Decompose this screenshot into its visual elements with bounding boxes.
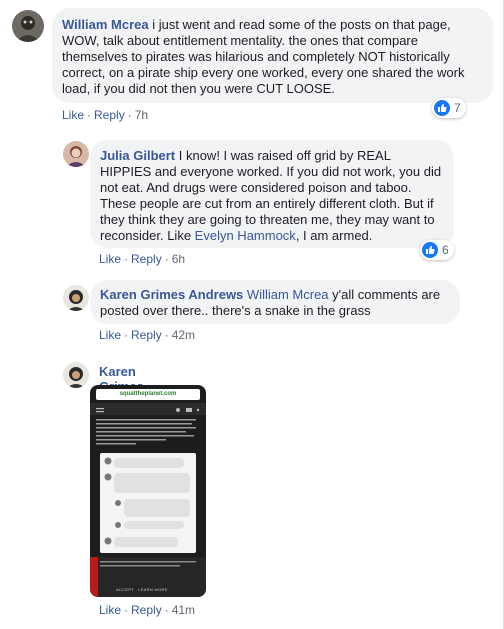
attachment-red-strip bbox=[90, 557, 98, 597]
comment-author[interactable]: William Mcrea bbox=[62, 17, 149, 32]
reply-link[interactable]: Reply bbox=[94, 108, 125, 122]
avatar[interactable] bbox=[63, 141, 89, 167]
comment-author[interactable]: Julia Gilbert bbox=[100, 148, 175, 163]
comment-actions: Like · Reply · 41m bbox=[99, 603, 196, 617]
reaction-badge[interactable]: 6 bbox=[420, 240, 454, 260]
reaction-badge[interactable]: 7 bbox=[432, 98, 466, 118]
attachment-toolbar bbox=[90, 403, 206, 415]
like-thumb-icon bbox=[434, 100, 450, 116]
comment-time[interactable]: 42m bbox=[172, 328, 195, 342]
comment-actions: Like · Reply · 6h bbox=[99, 252, 186, 266]
comment-actions: Like · Reply · 42m bbox=[99, 328, 196, 342]
comment-author[interactable]: Karen Grimes Andrews bbox=[100, 287, 243, 302]
comment-actions: Like · Reply · 7h bbox=[62, 108, 149, 122]
mention-link[interactable]: Evelyn Hammock bbox=[195, 228, 296, 243]
comment-bubble: William Mcrea i just went and read some … bbox=[52, 8, 493, 103]
avatar[interactable] bbox=[12, 10, 44, 42]
attachment-footer: ACCEPT LEARN MORE bbox=[90, 557, 206, 597]
avatar[interactable] bbox=[63, 362, 89, 388]
attachment-site: squattheplanet.com bbox=[96, 389, 200, 400]
like-link[interactable]: Like bbox=[99, 328, 121, 342]
reply-link[interactable]: Reply bbox=[131, 328, 162, 342]
like-link[interactable]: Like bbox=[99, 252, 121, 266]
avatar[interactable] bbox=[63, 285, 89, 311]
mention-link[interactable]: William Mcrea bbox=[247, 287, 329, 302]
like-link[interactable]: Like bbox=[62, 108, 84, 122]
comment-bubble: Julia Gilbert I know! I was raised off g… bbox=[90, 140, 454, 248]
like-link[interactable]: Like bbox=[99, 603, 121, 617]
comment-time[interactable]: 6h bbox=[172, 252, 185, 266]
comment-bubble: Karen Grimes Andrews William Mcrea y'all… bbox=[90, 280, 460, 324]
comment-time[interactable]: 41m bbox=[172, 603, 195, 617]
reply-link[interactable]: Reply bbox=[131, 603, 162, 617]
comment-time[interactable]: 7h bbox=[135, 108, 148, 122]
attachment-accept: ACCEPT LEARN MORE bbox=[116, 587, 168, 592]
attachment-text-block bbox=[96, 419, 200, 450]
reaction-count: 7 bbox=[454, 101, 461, 115]
reply-link[interactable]: Reply bbox=[131, 252, 162, 266]
screenshot-attachment[interactable]: squattheplanet.com ACCEPT LEARN MORE bbox=[90, 385, 206, 597]
attachment-embedded-comments bbox=[100, 453, 196, 553]
like-thumb-icon bbox=[422, 242, 438, 258]
reaction-count: 6 bbox=[442, 243, 449, 257]
comment-text-after: , I am armed. bbox=[295, 228, 373, 243]
